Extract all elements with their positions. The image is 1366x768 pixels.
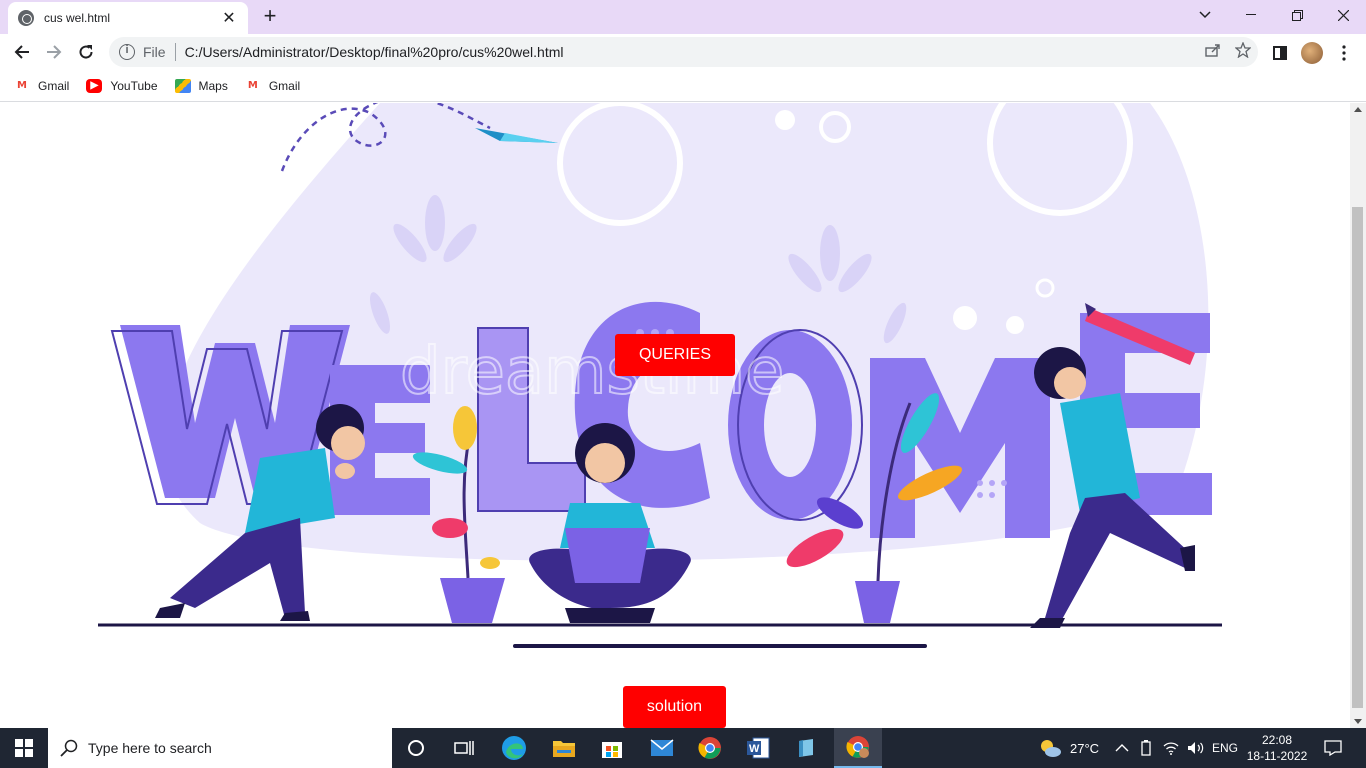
chrome-active-window[interactable]	[834, 728, 882, 768]
weather-icon	[1041, 740, 1061, 757]
address-bar[interactable]: File C:/Users/Administrator/Desktop/fina…	[109, 37, 1258, 67]
windows-icon	[15, 739, 33, 757]
start-button[interactable]	[0, 728, 48, 768]
gmail-icon: M	[247, 80, 258, 91]
file-label: File	[143, 44, 166, 60]
notes-button[interactable]	[782, 728, 830, 768]
queries-button[interactable]: QUERIES	[615, 334, 735, 376]
weather-temp: 27°C	[1070, 740, 1100, 756]
bookmark-youtube[interactable]: ▶ YouTube	[86, 78, 158, 93]
language-indicator[interactable]: ENG	[1212, 728, 1238, 768]
edge-icon	[502, 736, 526, 760]
wifi-icon	[1163, 742, 1179, 755]
solution-button[interactable]: solution	[623, 686, 726, 728]
reload-button[interactable]	[74, 40, 98, 64]
reload-icon	[79, 45, 93, 59]
bookmark-label: Gmail	[38, 78, 70, 93]
weather-widget[interactable]: 27°C	[1038, 728, 1099, 768]
bookmark-label: YouTube	[110, 78, 158, 93]
battery-icon	[1141, 740, 1151, 756]
profile-button[interactable]	[1301, 42, 1323, 64]
arrow-left-icon	[14, 45, 29, 59]
maps-icon	[174, 78, 191, 93]
more-vert-icon	[1342, 45, 1346, 61]
restore-button[interactable]	[1274, 0, 1320, 30]
divider	[174, 43, 176, 61]
close-icon	[1337, 9, 1349, 21]
url-text[interactable]: C:/Users/Administrator/Desktop/final%20p…	[185, 44, 1198, 60]
clock-date: 18-11-2022	[1246, 749, 1308, 763]
minimize-button[interactable]	[1228, 0, 1274, 30]
share-icon[interactable]	[1198, 43, 1228, 61]
globe-icon	[18, 10, 34, 26]
search-placeholder: Type here to search	[88, 740, 212, 756]
restore-icon	[1291, 9, 1303, 21]
minimize-icon	[1246, 14, 1256, 15]
bookmark-maps[interactable]: Maps	[174, 78, 228, 93]
browser-tab[interactable]: cus wel.html ✕	[8, 2, 248, 34]
file-explorer-button[interactable]	[540, 728, 588, 768]
bookmark-gmail[interactable]: M Gmail	[14, 79, 69, 93]
new-tab-button[interactable]: +	[258, 5, 282, 29]
tab-strip: cus wel.html ✕ +	[0, 0, 1366, 34]
chevron-down-icon	[1199, 11, 1211, 19]
notes-icon	[799, 739, 813, 757]
scroll-up-icon[interactable]	[1354, 107, 1362, 112]
system-tray[interactable]	[1115, 728, 1205, 768]
taskbar-search[interactable]: Type here to search	[48, 728, 392, 768]
welcome-illustration: dreamstime	[98, 103, 1222, 648]
bookmark-label: Gmail	[268, 78, 301, 93]
youtube-icon: ▶	[86, 78, 103, 93]
info-icon[interactable]	[119, 44, 135, 60]
cortana-button[interactable]	[392, 728, 440, 768]
word-icon: W	[747, 737, 770, 759]
tab-search-button[interactable]	[1182, 0, 1228, 30]
store-button[interactable]	[588, 728, 636, 768]
folder-icon	[553, 741, 575, 757]
task-view-button[interactable]	[440, 728, 488, 768]
bookmark-gmail-2[interactable]: M Gmail	[245, 79, 300, 93]
svg-text:W: W	[749, 743, 760, 755]
scrollbar-thumb[interactable]	[1352, 207, 1363, 708]
avatar	[1301, 42, 1323, 64]
search-icon	[60, 739, 78, 757]
arrow-right-icon	[47, 45, 62, 59]
vertical-scrollbar[interactable]	[1350, 103, 1366, 728]
clock-time: 22:08	[1261, 733, 1293, 747]
gmail-icon: M	[17, 80, 27, 91]
menu-button[interactable]	[1333, 42, 1355, 64]
star-icon[interactable]	[1228, 41, 1258, 62]
page-viewport: dreamstime QUERIES solution	[0, 103, 1350, 728]
browser-toolbar: File C:/Users/Administrator/Desktop/fina…	[0, 34, 1366, 70]
chevron-up-icon	[1115, 744, 1129, 752]
forward-button[interactable]	[42, 40, 66, 64]
clock[interactable]: 22:08 18-11-2022	[1246, 728, 1308, 768]
bookmark-label: Maps	[198, 78, 228, 93]
volume-icon	[1188, 742, 1204, 754]
tab-close-button[interactable]: ✕	[220, 8, 238, 28]
chrome-profile-icon	[846, 736, 869, 758]
back-button[interactable]	[10, 40, 34, 64]
tab-title: cus wel.html	[44, 11, 111, 25]
edge-taskbar-button[interactable]	[490, 728, 538, 768]
task-view-icon	[454, 741, 474, 755]
chrome-button[interactable]	[686, 728, 734, 768]
notifications-button[interactable]	[1322, 728, 1344, 768]
mail-icon	[650, 739, 674, 756]
windows-taskbar: Type here to search W 27°C ENG 22:08 18-…	[0, 728, 1366, 768]
chrome-icon	[698, 737, 721, 759]
word-button[interactable]: W	[734, 728, 782, 768]
close-window-button[interactable]	[1320, 0, 1366, 30]
bookmarks-bar: M Gmail ▶ YouTube Maps M Gmail	[0, 70, 1366, 102]
scroll-down-icon[interactable]	[1354, 719, 1362, 724]
mail-button[interactable]	[638, 728, 686, 768]
store-icon	[602, 742, 622, 758]
side-panel-icon	[1273, 46, 1287, 60]
cortana-icon	[408, 740, 424, 756]
notification-icon	[1324, 740, 1342, 756]
side-panel-button[interactable]	[1269, 42, 1291, 64]
